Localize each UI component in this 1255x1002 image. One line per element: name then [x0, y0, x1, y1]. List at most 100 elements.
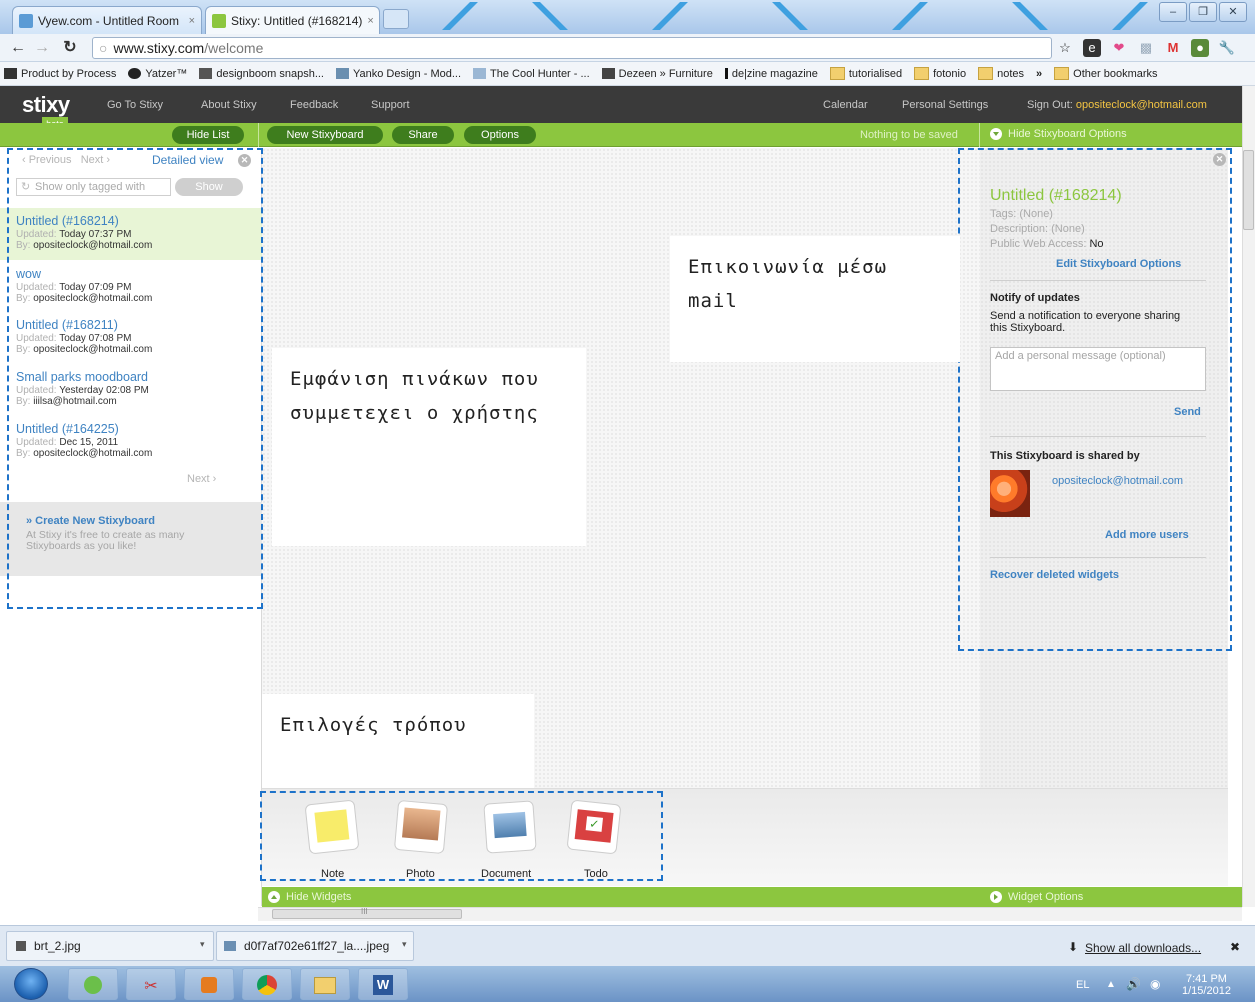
decorative-stripe: [880, 2, 940, 30]
collapse-icon: [990, 128, 1002, 140]
nav-about-stixy[interactable]: About Stixy: [201, 99, 257, 111]
nav-feedback[interactable]: Feedback: [290, 99, 338, 111]
stixy-toolbar: Hide List New Stixyboard Share Options N…: [0, 123, 1242, 147]
language-indicator[interactable]: EL: [1076, 979, 1089, 991]
hide-list-button[interactable]: Hide List: [172, 126, 244, 144]
tab-stixy[interactable]: Stixy: Untitled (#168214) ×: [205, 6, 380, 34]
chevron-down-icon[interactable]: ▾: [402, 939, 407, 950]
signal-extension-icon[interactable]: ▩: [1137, 39, 1155, 57]
minimize-button[interactable]: –: [1159, 2, 1187, 22]
download-file: d0f7af702e61ff27_la....jpeg: [224, 935, 389, 957]
nav-calendar[interactable]: Calendar: [823, 99, 868, 111]
start-button[interactable]: [14, 968, 48, 1000]
bookmark-favicon-icon: [4, 68, 17, 79]
close-tab-icon[interactable]: ×: [367, 15, 373, 27]
other-bookmarks-folder[interactable]: Other bookmarks: [1054, 67, 1158, 80]
bookmark-item[interactable]: de|zine magazine: [724, 68, 818, 80]
hide-stixyboard-options-toggle[interactable]: Hide Stixyboard Options: [990, 128, 1127, 140]
back-arrow-icon[interactable]: ←: [8, 38, 28, 58]
bookmark-item[interactable]: Yatzer™: [128, 68, 187, 80]
stixy-favicon-icon: [212, 13, 226, 28]
new-tab-button[interactable]: [383, 9, 409, 29]
bookmark-item[interactable]: Dezeen » Furniture: [601, 68, 713, 80]
options-button[interactable]: Options: [464, 126, 536, 144]
taskbar-app-media[interactable]: [184, 968, 234, 1000]
heart-extension-icon[interactable]: ❤: [1110, 39, 1128, 57]
bookmark-item[interactable]: designboom snapsh...: [199, 68, 324, 80]
widget-options-label: Widget Options: [1008, 891, 1084, 903]
bookmark-folder[interactable]: notes: [978, 67, 1024, 80]
clock-date: 1/15/2012: [1182, 985, 1231, 997]
hide-widgets-toggle[interactable]: Hide Widgets: [268, 891, 351, 903]
folder-icon: [1054, 67, 1070, 80]
taskbar-app-explorer[interactable]: [300, 968, 350, 1000]
close-tab-icon[interactable]: ×: [189, 15, 195, 27]
bookmark-label: designboom snapsh...: [216, 67, 324, 80]
bookmark-item[interactable]: Yanko Design - Mod...: [336, 68, 461, 80]
options-panel-highlight-box: [958, 148, 1232, 651]
star-icon[interactable]: ☆: [1056, 39, 1074, 57]
chevron-right-icon: [990, 891, 1002, 903]
url-domain: www.stixy.com: [113, 40, 205, 56]
decorative-stripe: [760, 2, 820, 30]
horizontal-scroll-thumb[interactable]: III: [272, 907, 462, 919]
taskbar-app-users[interactable]: [68, 968, 118, 1000]
address-bar[interactable]: ○ www.stixy.com/welcome: [92, 37, 1052, 59]
volume-icon[interactable]: 🔊: [1126, 977, 1141, 991]
sign-out-link[interactable]: Sign Out: opositeclock@hotmail.com: [1027, 99, 1207, 111]
show-all-downloads-link[interactable]: Show all downloads...: [1085, 941, 1201, 955]
network-icon[interactable]: ◉: [1150, 977, 1160, 991]
sign-out-label: Sign Out:: [1027, 99, 1073, 111]
annotation-mail: Επικοινωνία μέσω mail: [670, 236, 960, 362]
taskbar-app-snipping[interactable]: ✂: [126, 968, 176, 1000]
widget-options-toggle[interactable]: Widget Options: [990, 891, 1083, 903]
scroll-grip: III: [361, 907, 368, 916]
tab-label: Stixy: Untitled (#168214): [231, 13, 363, 28]
close-downloads-icon[interactable]: ✖: [1230, 940, 1240, 954]
gmail-icon[interactable]: M: [1164, 39, 1182, 57]
annotation-widgets: Επιλογές τρόπου: [262, 694, 534, 788]
bookmark-folder[interactable]: tutorialised: [829, 67, 903, 80]
reload-icon[interactable]: ↻: [60, 38, 80, 58]
chevron-down-icon[interactable]: ▾: [200, 939, 205, 950]
new-stixyboard-button[interactable]: New Stixyboard: [267, 126, 383, 144]
close-window-button[interactable]: ✕: [1219, 2, 1247, 22]
bookmark-item[interactable]: The Cool Hunter - ...: [473, 68, 590, 80]
tab-vyew[interactable]: Vyew.com - Untitled Room ×: [12, 6, 202, 34]
maximize-button[interactable]: ❐: [1189, 2, 1217, 22]
stixy-header: stixy beta Go To Stixy About Stixy Feedb…: [0, 86, 1242, 131]
browser-tab-strip: Vyew.com - Untitled Room × Stixy: Untitl…: [0, 0, 1255, 34]
bookmark-label: tutorialised: [848, 67, 903, 80]
evernote-icon[interactable]: ●: [1191, 39, 1209, 57]
board-list-highlight-box: [7, 148, 263, 609]
bookmark-favicon-icon: [128, 68, 142, 79]
clock-time: 7:41 PM: [1185, 973, 1227, 985]
bookmark-label: Yatzer™: [145, 67, 188, 80]
vertical-scroll-thumb[interactable]: [1243, 150, 1254, 230]
taskbar-app-word[interactable]: W: [358, 968, 408, 1000]
nav-personal-settings[interactable]: Personal Settings: [902, 99, 988, 111]
more-bookmarks-chevron[interactable]: »: [1036, 68, 1042, 80]
bookmark-label: Product by Process: [21, 67, 117, 80]
stixy-logo[interactable]: stixy: [22, 92, 70, 118]
bookmark-item[interactable]: Product by Process: [4, 68, 116, 80]
extension-icon[interactable]: e: [1083, 39, 1101, 57]
file-icon: [16, 941, 26, 951]
forward-arrow-icon[interactable]: →: [32, 38, 52, 58]
taskbar-app-chrome[interactable]: [242, 968, 292, 1000]
wrench-icon[interactable]: 🔧: [1218, 39, 1236, 57]
window-controls: – ❐ ✕: [1159, 2, 1247, 22]
bookmark-label: Other bookmarks: [1073, 67, 1158, 80]
bookmark-label: The Cool Hunter - ...: [490, 67, 590, 80]
nav-go-to-stixy[interactable]: Go To Stixy: [107, 99, 163, 111]
system-clock[interactable]: 7:41 PM 1/15/2012: [1182, 973, 1231, 997]
hide-widgets-label: Hide Widgets: [286, 891, 352, 903]
nav-support[interactable]: Support: [371, 99, 410, 111]
bookmark-folder[interactable]: fotonio: [914, 67, 966, 80]
page-icon: ○: [99, 40, 108, 56]
bookmark-favicon-icon: [724, 68, 728, 79]
share-button[interactable]: Share: [392, 126, 454, 144]
tab-label: Vyew.com - Untitled Room: [38, 13, 179, 28]
decorative-stripe: [1100, 2, 1160, 30]
tray-expand-icon[interactable]: ▲: [1106, 979, 1116, 990]
